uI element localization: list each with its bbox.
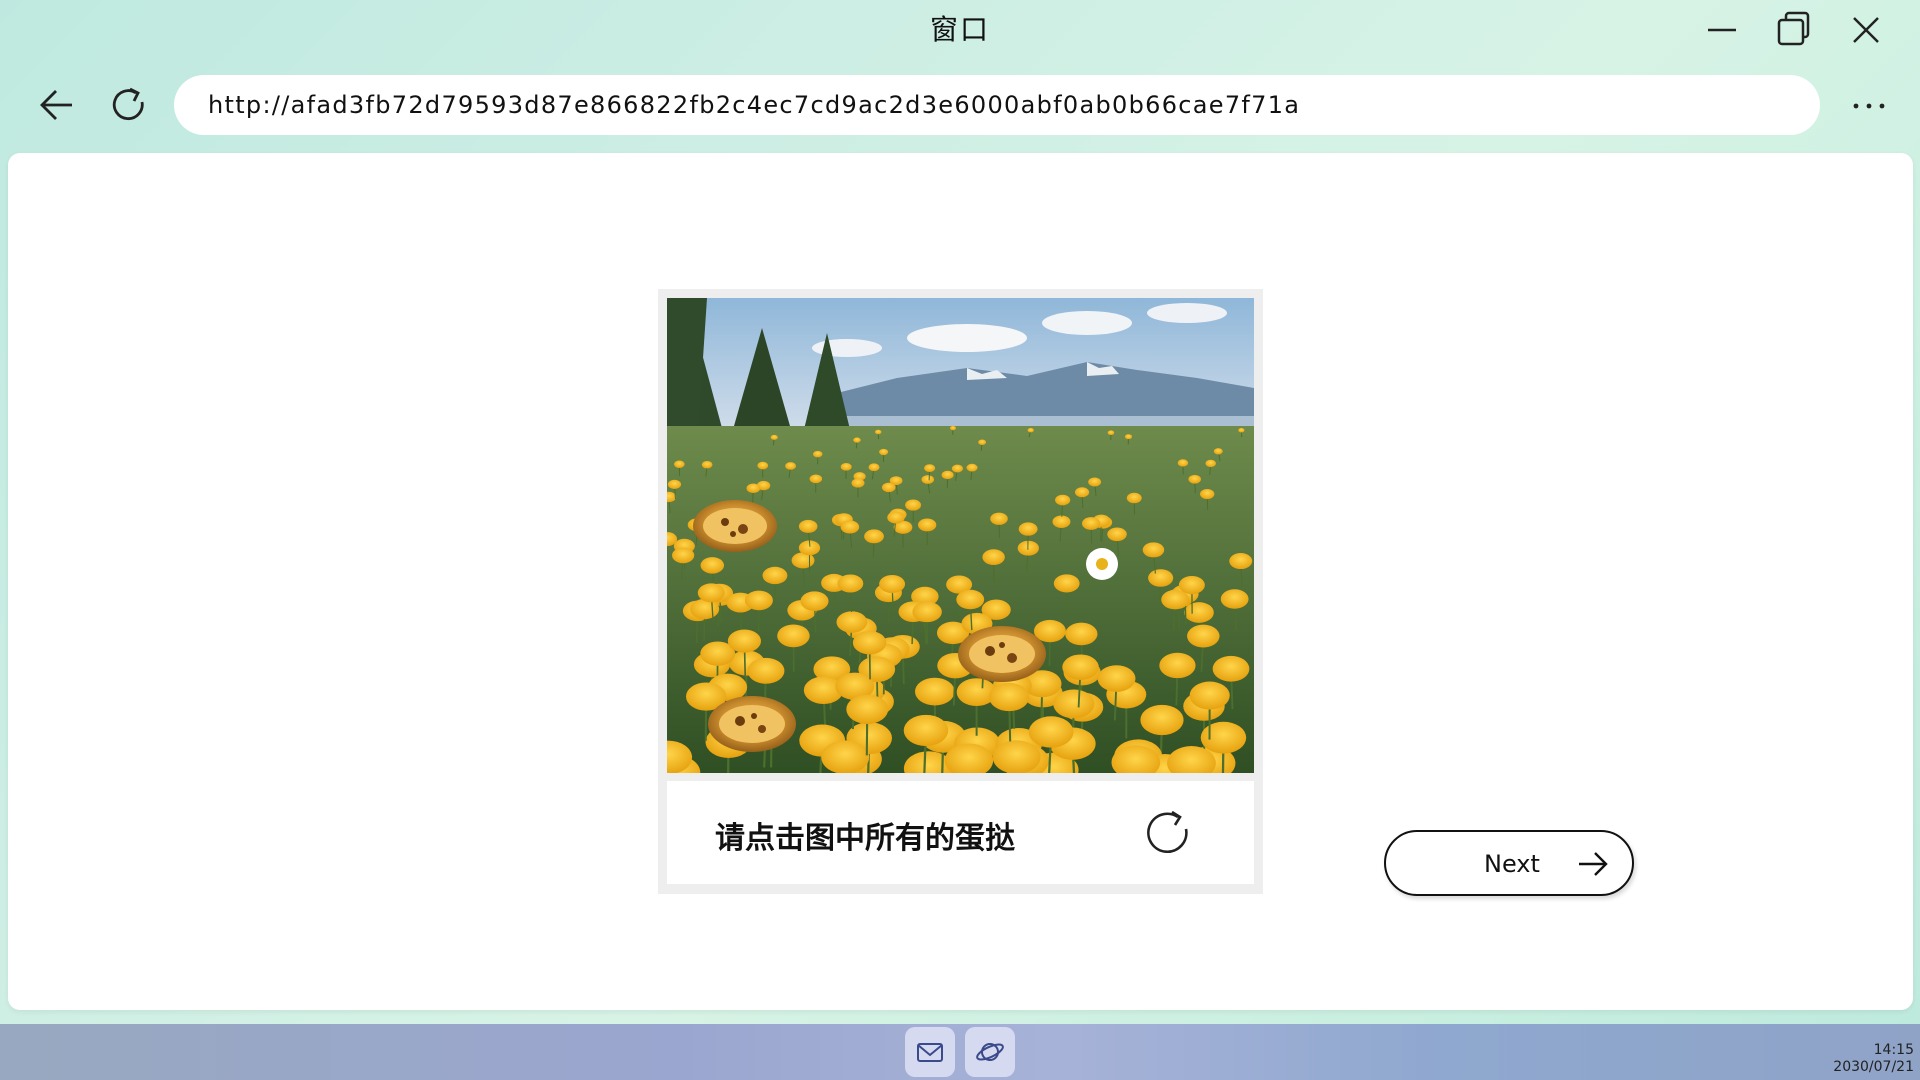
restore-icon (1777, 11, 1810, 46)
taskbar-clock: 14:15 2030/07/21 (1833, 1042, 1914, 1076)
taskbar-mail-app[interactable] (905, 1027, 955, 1077)
mail-icon (917, 1043, 943, 1062)
arrow-left-icon (40, 90, 72, 120)
reload-button[interactable] (106, 82, 152, 128)
window-title: 窗口 (929, 13, 990, 46)
page-content: 请点击图中所有的蛋挞 Next (8, 153, 1913, 1010)
next-button[interactable]: Next (1384, 830, 1634, 896)
refresh-icon (1147, 810, 1188, 854)
egg-tart-3 (708, 696, 796, 752)
egg-tart-2 (958, 626, 1046, 682)
flower-field-image (667, 298, 1254, 773)
captcha-refresh-button[interactable] (1142, 807, 1194, 859)
clock-time: 14:15 (1873, 1042, 1914, 1058)
address-bar[interactable]: http://afad3fb72d79593d87e866822fb2c4ec7… (174, 75, 1820, 135)
daisy-flower (1086, 548, 1118, 580)
close-icon (1853, 17, 1879, 43)
title-bar: 窗口 (0, 0, 1920, 56)
taskbar: 14:15 2030/07/21 (0, 1024, 1920, 1080)
more-dots-icon (1853, 103, 1885, 109)
captcha-image[interactable] (667, 298, 1254, 773)
captcha-instruction: 请点击图中所有的蛋挞 (715, 821, 1015, 856)
address-url: http://afad3fb72d79593d87e866822fb2c4ec7… (208, 91, 1301, 119)
maximize-button[interactable] (1774, 10, 1814, 50)
next-button-label: Next (1484, 850, 1540, 878)
minimize-icon (1708, 28, 1736, 32)
captcha-widget: 请点击图中所有的蛋挞 (658, 289, 1263, 894)
close-button[interactable] (1846, 10, 1886, 50)
browser-toolbar: http://afad3fb72d79593d87e866822fb2c4ec7… (0, 70, 1920, 140)
egg-tart-1 (693, 500, 777, 552)
arrow-right-icon (1579, 852, 1608, 876)
taskbar-browser-app[interactable] (965, 1027, 1015, 1077)
more-menu-button[interactable] (1846, 88, 1892, 124)
clock-date: 2030/07/21 (1833, 1059, 1914, 1075)
browser-planet-icon (976, 1043, 1004, 1061)
back-button[interactable] (34, 82, 80, 128)
reload-icon (112, 87, 144, 121)
minimize-button[interactable] (1702, 10, 1742, 50)
captcha-footer: 请点击图中所有的蛋挞 (667, 781, 1254, 884)
